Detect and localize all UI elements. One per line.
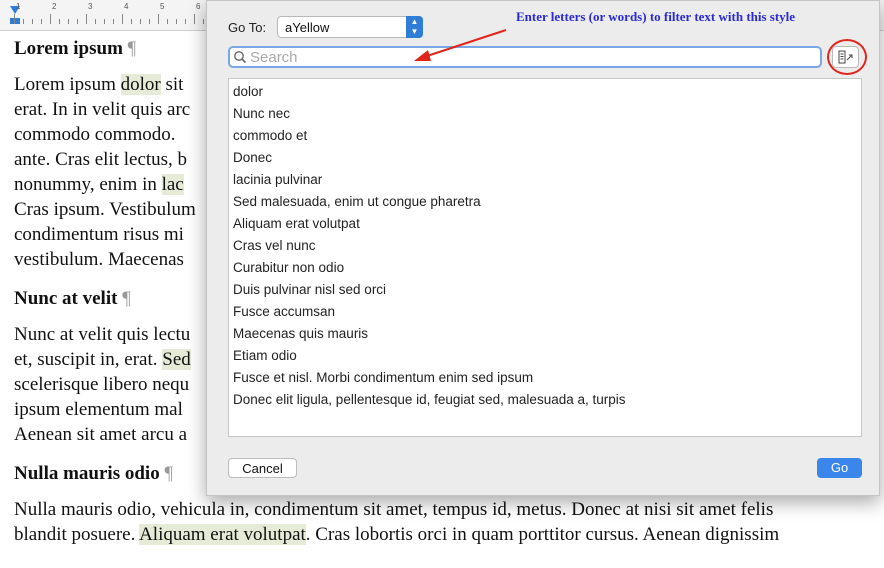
text-run: vestibulum. Maecenas [14,249,184,270]
text-run: scelerisque libero nequ [14,374,190,395]
highlighted-text: Aliquam erat volutpat [139,524,306,545]
pilcrow-icon: ¶ [127,38,137,59]
document-arrow-icon [838,50,853,64]
heading-text: Lorem ipsum [14,38,123,59]
list-item[interactable]: Duis pulvinar nisl sed orci [229,279,861,301]
ruler-tick [77,19,78,24]
list-item[interactable]: Donec elit ligula, pellentesque id, feug… [229,389,861,411]
ruler-tick [167,19,168,24]
text-run: condimentum risus mi [14,224,184,245]
highlighted-text: lac [161,174,184,195]
pilcrow-icon: ¶ [164,463,174,484]
ruler-tick [14,14,15,24]
text-run: Aenean sit amet arcu a [14,424,188,445]
list-item[interactable]: lacinia pulvinar [229,169,861,191]
list-item[interactable]: Nunc nec [229,103,861,125]
ruler-tick [50,14,51,24]
text-run: et, suscipit in, erat. [14,349,163,370]
text-run: ipsum elementum mal [14,399,183,420]
ruler-tick [86,14,87,24]
heading-text: Nunc at velit [14,288,118,309]
ruler-tick [203,19,204,24]
ruler-label: 3 [88,2,93,11]
text-run: Cras ipsum. Vestibulum [14,199,196,220]
ruler-tick [194,14,195,24]
search-input[interactable] [250,49,810,65]
text-run: . Cras lobortis orci in quam porttitor c… [305,524,780,545]
go-to-style-panel: Go To: aYellow ▲ ▼ Enter letters (or word… [206,0,880,496]
text-run: erat. In in velit quis arc [14,99,191,120]
list-item[interactable]: Donec [229,147,861,169]
go-to-label: Go To: [228,20,267,35]
search-icon [234,51,247,64]
ruler-tick [23,19,24,24]
ruler-tick [68,19,69,24]
ruler-tick [32,19,33,24]
filter-mode-button[interactable] [832,46,859,68]
list-item[interactable]: Sed malesuada, enim ut congue pharetra [229,191,861,213]
text-run: Nunc at velit quis lectu [14,324,191,345]
ruler-tick [122,14,123,24]
match-list[interactable]: dolor Nunc nec commodo et Donec lacinia pulv… [228,78,862,437]
updown-chevron-icon[interactable]: ▲ ▼ [406,16,423,38]
paragraph-line: Nulla mauris odio, vehicula in, condimen… [14,497,884,522]
ruler-label: 4 [124,2,129,11]
style-select-value: aYellow [285,20,330,35]
text-run: nonummy, enim in [14,174,162,195]
pilcrow-icon: ¶ [122,288,131,309]
ruler-tick [104,19,105,24]
ruler-label: 5 [160,2,165,11]
list-item[interactable]: Cras vel nunc [229,235,861,257]
text-run: Lorem ipsum [14,74,121,95]
ruler-tick [95,19,96,24]
document-paragraph: Nulla mauris odio, vehicula in, condimen… [14,497,884,547]
ruler-tick [131,19,132,24]
ruler-tick [140,19,141,24]
list-item[interactable]: Maecenas quis mauris [229,323,861,345]
ruler-tick [59,19,60,24]
list-item[interactable]: Fusce et nisl. Morbi condimentum enim se… [229,367,861,389]
list-item[interactable]: Fusce accumsan [229,301,861,323]
text-run: blandit posuere. [14,524,140,545]
annotation-text: Enter letters (or words) to filter text … [516,9,796,24]
first-line-indent-marker-icon[interactable] [10,18,20,24]
text-run: ante. Cras elit lectus, b [14,149,188,170]
list-item[interactable]: Curabitur non odio [229,257,861,279]
ruler-tick [158,14,159,24]
ruler-tick [149,19,150,24]
highlighted-text: Sed [162,349,191,370]
style-select[interactable]: aYellow ▲ ▼ [277,16,423,38]
ruler-label: 6 [196,2,201,11]
cancel-button[interactable]: Cancel [228,458,297,478]
text-run: Nulla mauris odio, vehicula in, condimen… [14,499,774,520]
heading-text: Nulla mauris odio [14,463,160,484]
text-run: commodo commodo. [14,124,176,145]
paragraph-line: blandit posuere. Aliquam erat volutpat. … [14,522,884,547]
text-run: sit [160,74,184,95]
ruler-tick [176,19,177,24]
ruler-tick [113,19,114,24]
list-item[interactable]: Etiam odio [229,345,861,367]
go-button[interactable]: Go [817,458,862,478]
highlighted-text: dolor [120,74,161,95]
list-item[interactable]: Aliquam erat volutpat [229,213,861,235]
ruler-tick [41,19,42,24]
list-item[interactable]: dolor [229,81,861,103]
ruler-label: 1 [16,2,21,11]
search-field[interactable] [228,46,822,68]
ruler-tick [185,19,186,24]
ruler-label: 2 [52,2,57,11]
list-item[interactable]: commodo et [229,125,861,147]
